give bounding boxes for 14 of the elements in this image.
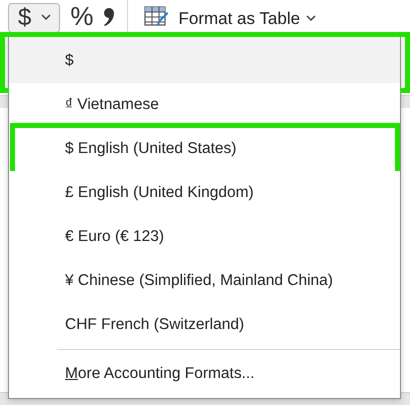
currency-menu-item[interactable]: £ English (United Kingdom) (9, 171, 400, 215)
more-formats-menu-item[interactable]: More Accounting Formats... (9, 352, 400, 396)
currency-menu-item[interactable]: CHF French (Switzerland) (9, 303, 400, 347)
currency-menu-item[interactable]: ₫ Vietnamese (9, 83, 400, 127)
currency-format-button[interactable]: $ (8, 2, 60, 32)
currency-menu-item[interactable]: ¥ Chinese (Simplified, Mainland China) (9, 259, 400, 303)
format-as-table-button[interactable]: Format as Table (174, 8, 320, 28)
table-icon (144, 6, 168, 28)
chevron-down-icon (306, 15, 316, 22)
percent-style-button[interactable]: % (66, 1, 98, 32)
currency-menu-item[interactable]: € Euro (€ 123) (9, 215, 400, 259)
chevron-down-icon (41, 14, 52, 21)
currency-menu-item[interactable]: $ (9, 39, 400, 83)
comma-style-icon[interactable] (103, 6, 116, 26)
